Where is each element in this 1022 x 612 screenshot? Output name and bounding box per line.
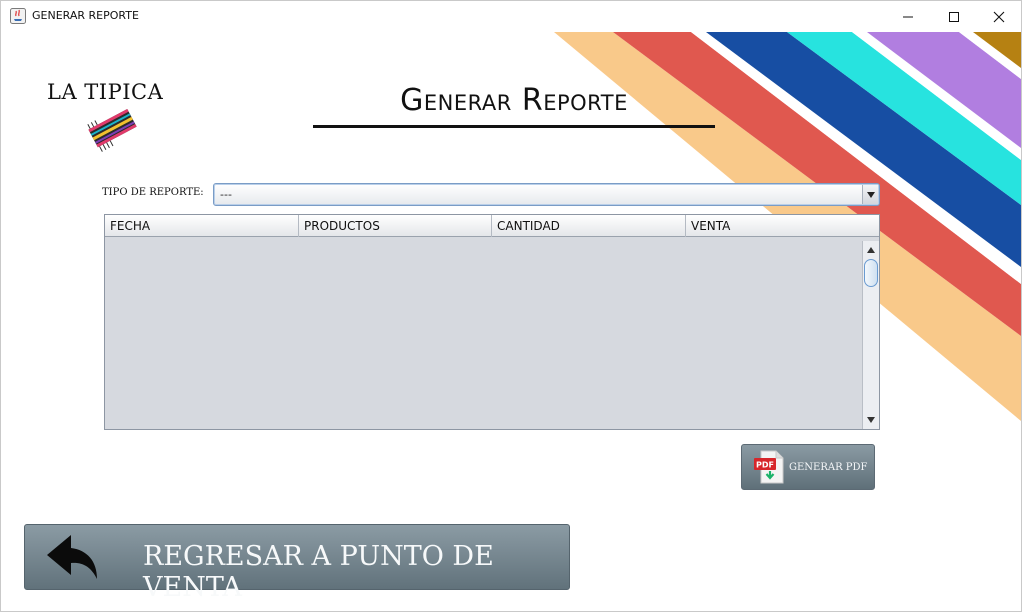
generate-pdf-button[interactable]: PDF GENERAR PDF <box>741 444 875 490</box>
report-type-selected-value: --- <box>220 188 232 201</box>
title-underline <box>313 125 715 128</box>
maximize-button[interactable] <box>931 1 977 32</box>
table-vertical-scrollbar[interactable] <box>862 241 879 429</box>
scroll-down-button[interactable] <box>864 413 878 427</box>
table-body[interactable] <box>105 237 862 429</box>
logo-text: LA TIPICA <box>47 80 164 104</box>
report-type-select[interactable]: --- <box>213 183 880 206</box>
window-title: GENERAR REPORTE <box>32 9 139 22</box>
pdf-badge-text: PDF <box>756 461 774 470</box>
maximize-icon <box>949 11 959 22</box>
triangle-up-icon <box>867 247 875 253</box>
pdf-download-icon: PDF <box>754 450 784 484</box>
column-header-productos[interactable]: PRODUCTOS <box>299 215 492 237</box>
minimize-icon <box>903 16 913 17</box>
app-window: GENERAR REPORTE LA TIPICA Generar Report… <box>0 0 1022 612</box>
dropdown-arrow-button[interactable] <box>862 185 878 204</box>
report-table[interactable]: FECHA PRODUCTOS CANTIDAD VENTA <box>104 214 880 430</box>
minimize-button[interactable] <box>885 1 931 32</box>
triangle-down-icon <box>866 191 875 198</box>
column-header-fecha[interactable]: FECHA <box>105 215 299 237</box>
java-app-icon <box>10 8 26 24</box>
triangle-down-icon <box>867 417 875 423</box>
close-button[interactable] <box>976 1 1021 32</box>
reply-arrow-icon <box>47 535 97 579</box>
report-type-label: TIPO DE REPORTE: <box>102 187 204 198</box>
scroll-thumb[interactable] <box>864 259 878 287</box>
generate-pdf-label: GENERAR PDF <box>789 462 868 473</box>
close-icon <box>993 11 1005 22</box>
page-title: Generar Reporte <box>400 83 628 118</box>
scroll-up-button[interactable] <box>864 243 878 257</box>
column-header-venta[interactable]: VENTA <box>686 215 879 237</box>
woven-textile-logo-icon <box>87 108 137 152</box>
column-header-cantidad[interactable]: CANTIDAD <box>492 215 686 237</box>
table-header: FECHA PRODUCTOS CANTIDAD VENTA <box>105 215 879 237</box>
back-to-pos-label: REGRESAR A PUNTO DE VENTA <box>143 541 494 603</box>
title-bar: GENERAR REPORTE <box>1 1 1021 32</box>
back-to-pos-button[interactable]: REGRESAR A PUNTO DE VENTA <box>24 524 570 603</box>
